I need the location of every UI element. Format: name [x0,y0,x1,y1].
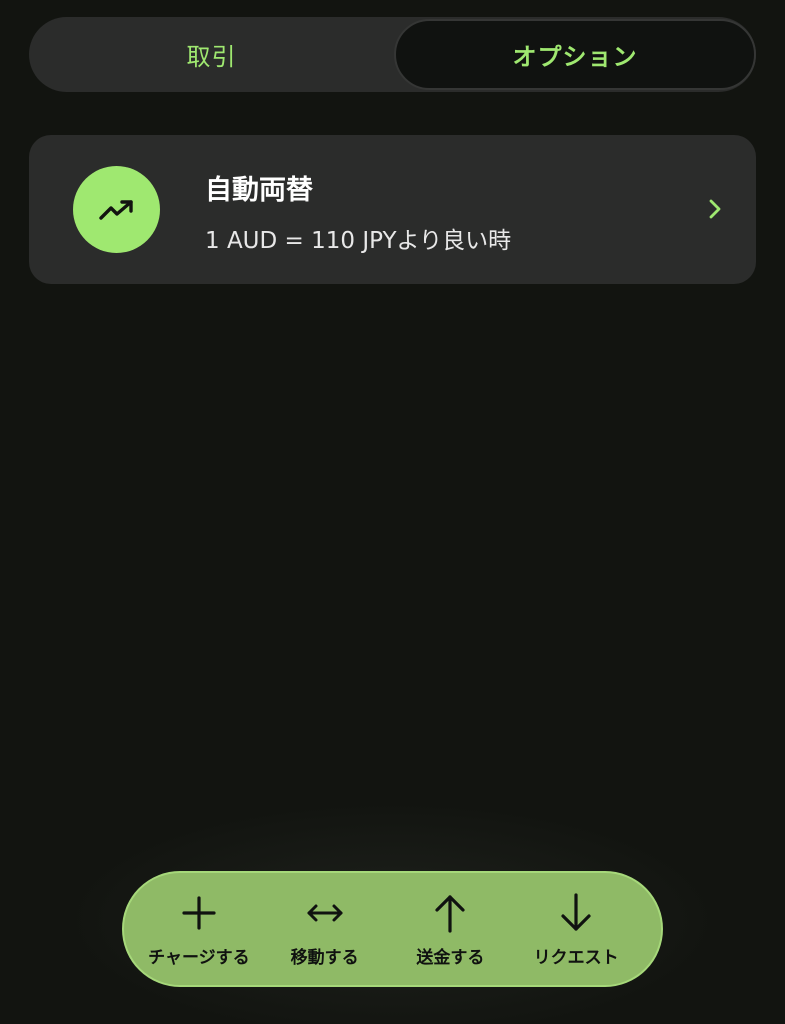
chevron-right-icon [701,195,729,223]
screen: 取引 オプション 自動両替 1 AUD = 110 JPYより良い時 チャージす… [0,0,785,1024]
plus-icon [179,893,219,933]
auto-exchange-condition: 1 AUD = 110 JPYより良い時 [205,228,512,254]
send-label: 送金する [416,948,485,968]
auto-exchange-icon-circle [73,166,160,253]
move-label: 移動する [290,948,359,968]
charge-button[interactable]: チャージする [136,873,262,985]
arrow-down-icon [556,893,596,933]
move-button[interactable]: 移動する [262,873,388,985]
auto-exchange-title: 自動両替 [205,175,313,206]
swap-horizontal-icon [305,893,345,933]
tab-transactions[interactable]: 取引 [29,17,394,92]
request-label: リクエスト [533,948,619,968]
action-bar: チャージする 移動する 送金する リクエスト [122,871,663,987]
charge-label: チャージする [148,948,250,968]
auto-exchange-card[interactable]: 自動両替 1 AUD = 110 JPYより良い時 [29,135,756,284]
segmented-control: 取引 オプション [29,17,756,92]
request-button[interactable]: リクエスト [513,873,639,985]
arrow-up-icon [430,893,470,933]
tab-options[interactable]: オプション [394,19,756,90]
send-button[interactable]: 送金する [388,873,514,985]
trending-up-icon [98,199,133,220]
